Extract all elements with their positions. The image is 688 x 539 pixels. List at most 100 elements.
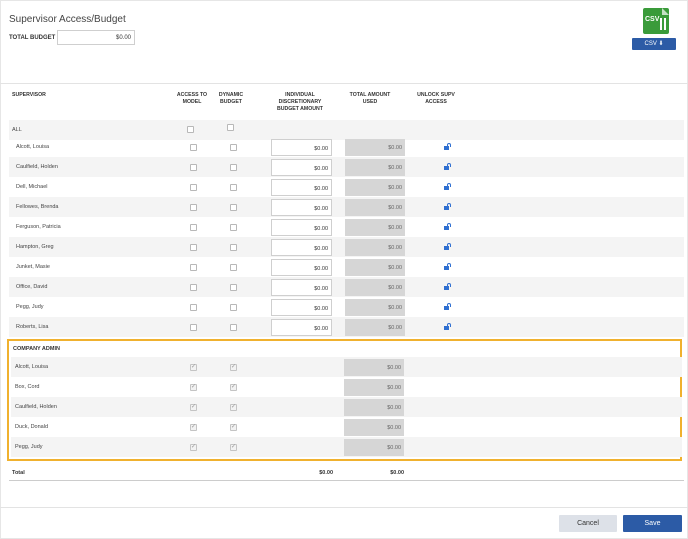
access-checkbox[interactable] — [190, 204, 197, 211]
lock-body — [444, 326, 449, 330]
amount-used-field: $0.00 — [345, 219, 405, 236]
csv-icon-text: CSV — [645, 16, 660, 23]
supervisor-name: Alcott, Louisa — [16, 144, 50, 150]
access-checkbox[interactable] — [190, 324, 197, 331]
amount-used-field: $0.00 — [345, 319, 405, 336]
dynamic-checkbox-disabled: ✓ — [230, 424, 237, 431]
dynamic-checkbox[interactable] — [230, 284, 237, 291]
table-row: Roberts, Lisa $0.00 $0.00 — [9, 317, 684, 337]
totals-divider — [9, 480, 684, 481]
table-row: Office, David $0.00 $0.00 — [9, 277, 684, 297]
admin-name: Pegg, Judy — [15, 444, 43, 450]
page-title: Supervisor Access/Budget — [9, 14, 126, 25]
amount-used-field: $0.00 — [344, 419, 404, 436]
admin-name: Duck, Donald — [15, 424, 49, 430]
budget-amount-input[interactable]: $0.00 — [271, 179, 332, 196]
admin-name: Caulfield, Holden — [15, 404, 57, 410]
dynamic-checkbox[interactable] — [230, 184, 237, 191]
access-checkbox[interactable] — [190, 284, 197, 291]
dynamic-checkbox[interactable] — [230, 204, 237, 211]
access-checkbox[interactable] — [190, 184, 197, 191]
budget-amount-input[interactable]: $0.00 — [271, 139, 332, 156]
access-checkbox[interactable] — [190, 244, 197, 251]
table-row: Duck, Donald ✓ ✓ $0.00 — [11, 417, 682, 437]
lock-body — [444, 246, 449, 250]
budget-amount-input[interactable]: $0.00 — [271, 319, 332, 336]
supervisor-name: Junket, Masie — [16, 264, 50, 270]
dynamic-checkbox[interactable] — [230, 244, 237, 251]
unlock-icon[interactable] — [444, 323, 451, 330]
csv-download-button[interactable]: CSV ⬇ — [632, 38, 676, 50]
total-budget-input[interactable]: $0.00 — [57, 30, 135, 45]
amount-used-field: $0.00 — [345, 299, 405, 316]
totals-row: Total $0.00 $0.00 — [9, 467, 684, 481]
header-divider — [0, 83, 688, 84]
table-row: Ferguson, Patricia $0.00 $0.00 — [9, 217, 684, 237]
unlock-icon[interactable] — [444, 243, 451, 250]
budget-amount-input[interactable]: $0.00 — [271, 279, 332, 296]
lock-body — [444, 166, 449, 170]
dynamic-checkbox-disabled: ✓ — [230, 444, 237, 451]
unlock-icon[interactable] — [444, 143, 451, 150]
unlock-icon[interactable] — [444, 203, 451, 210]
budget-amount-input[interactable]: $0.00 — [271, 159, 332, 176]
dynamic-checkbox[interactable] — [230, 144, 237, 151]
supervisor-name: Ferguson, Patricia — [16, 224, 61, 230]
dynamic-checkbox-disabled: ✓ — [230, 364, 237, 371]
lock-body — [444, 226, 449, 230]
lock-body — [444, 186, 449, 190]
dynamic-checkbox[interactable] — [230, 164, 237, 171]
unlock-icon[interactable] — [444, 183, 451, 190]
lock-body — [444, 266, 449, 270]
table-row: Hampton, Greg $0.00 $0.00 — [9, 237, 684, 257]
table-row: Junket, Masie $0.00 $0.00 — [9, 257, 684, 277]
budget-amount-input[interactable]: $0.00 — [271, 199, 332, 216]
unlock-icon[interactable] — [444, 263, 451, 270]
amount-used-field: $0.00 — [344, 359, 404, 376]
dynamic-checkbox[interactable] — [230, 264, 237, 271]
col-header-individual-budget: INDIVIDUAL DISCRETIONARY BUDGET AMOUNT — [277, 92, 323, 112]
amount-used-field: $0.00 — [345, 279, 405, 296]
budget-amount-input[interactable]: $0.00 — [271, 239, 332, 256]
total-budget-label: TOTAL BUDGET — [9, 35, 56, 41]
supervisor-name: Office, David — [16, 284, 48, 290]
amount-used-field: $0.00 — [345, 199, 405, 216]
col-header-supervisor: SUPERVISOR — [12, 92, 46, 98]
dynamic-checkbox[interactable] — [230, 224, 237, 231]
totals-label: Total — [12, 470, 25, 476]
budget-amount-input[interactable]: $0.00 — [271, 219, 332, 236]
csv-file-icon[interactable]: CSV — [643, 8, 669, 34]
admin-name: Alcott, Louisa — [15, 364, 49, 370]
budget-amount-input[interactable]: $0.00 — [271, 259, 332, 276]
table-row: Pegg, Judy $0.00 $0.00 — [9, 297, 684, 317]
access-checkbox-disabled: ✓ — [190, 424, 197, 431]
totals-individual-amount: $0.00 — [319, 470, 333, 476]
all-dynamic-checkbox[interactable] — [227, 124, 234, 131]
col-header-dynamic-budget: DYNAMIC BUDGET — [218, 92, 244, 105]
cancel-button[interactable]: Cancel — [559, 515, 617, 532]
unlock-icon[interactable] — [444, 223, 451, 230]
access-checkbox[interactable] — [190, 304, 197, 311]
budget-amount-input[interactable]: $0.00 — [271, 299, 332, 316]
save-button[interactable]: Save — [623, 515, 682, 532]
company-admin-section: COMPANY ADMIN Alcott, Louisa ✓ ✓ $0.00 B… — [7, 339, 682, 461]
supervisor-name: Dell, Michael — [16, 184, 48, 190]
table-row: Alcott, Louisa $0.00 $0.00 — [9, 137, 684, 157]
admin-name: Box, Cord — [15, 384, 40, 390]
access-checkbox[interactable] — [190, 264, 197, 271]
unlock-icon[interactable] — [444, 163, 451, 170]
access-checkbox[interactable] — [190, 224, 197, 231]
access-checkbox[interactable] — [190, 144, 197, 151]
unlock-icon[interactable] — [444, 283, 451, 290]
csv-icon-fold — [662, 8, 669, 15]
amount-used-field: $0.00 — [344, 379, 404, 396]
lock-body — [444, 146, 449, 150]
supervisor-name: Fellowes, Brenda — [16, 204, 59, 210]
totals-used-amount: $0.00 — [390, 470, 404, 476]
dynamic-checkbox[interactable] — [230, 304, 237, 311]
dynamic-checkbox[interactable] — [230, 324, 237, 331]
col-header-access-to-model: ACCESS TO MODEL — [176, 92, 208, 105]
unlock-icon[interactable] — [444, 303, 451, 310]
access-checkbox[interactable] — [190, 164, 197, 171]
all-access-checkbox[interactable] — [187, 126, 194, 133]
